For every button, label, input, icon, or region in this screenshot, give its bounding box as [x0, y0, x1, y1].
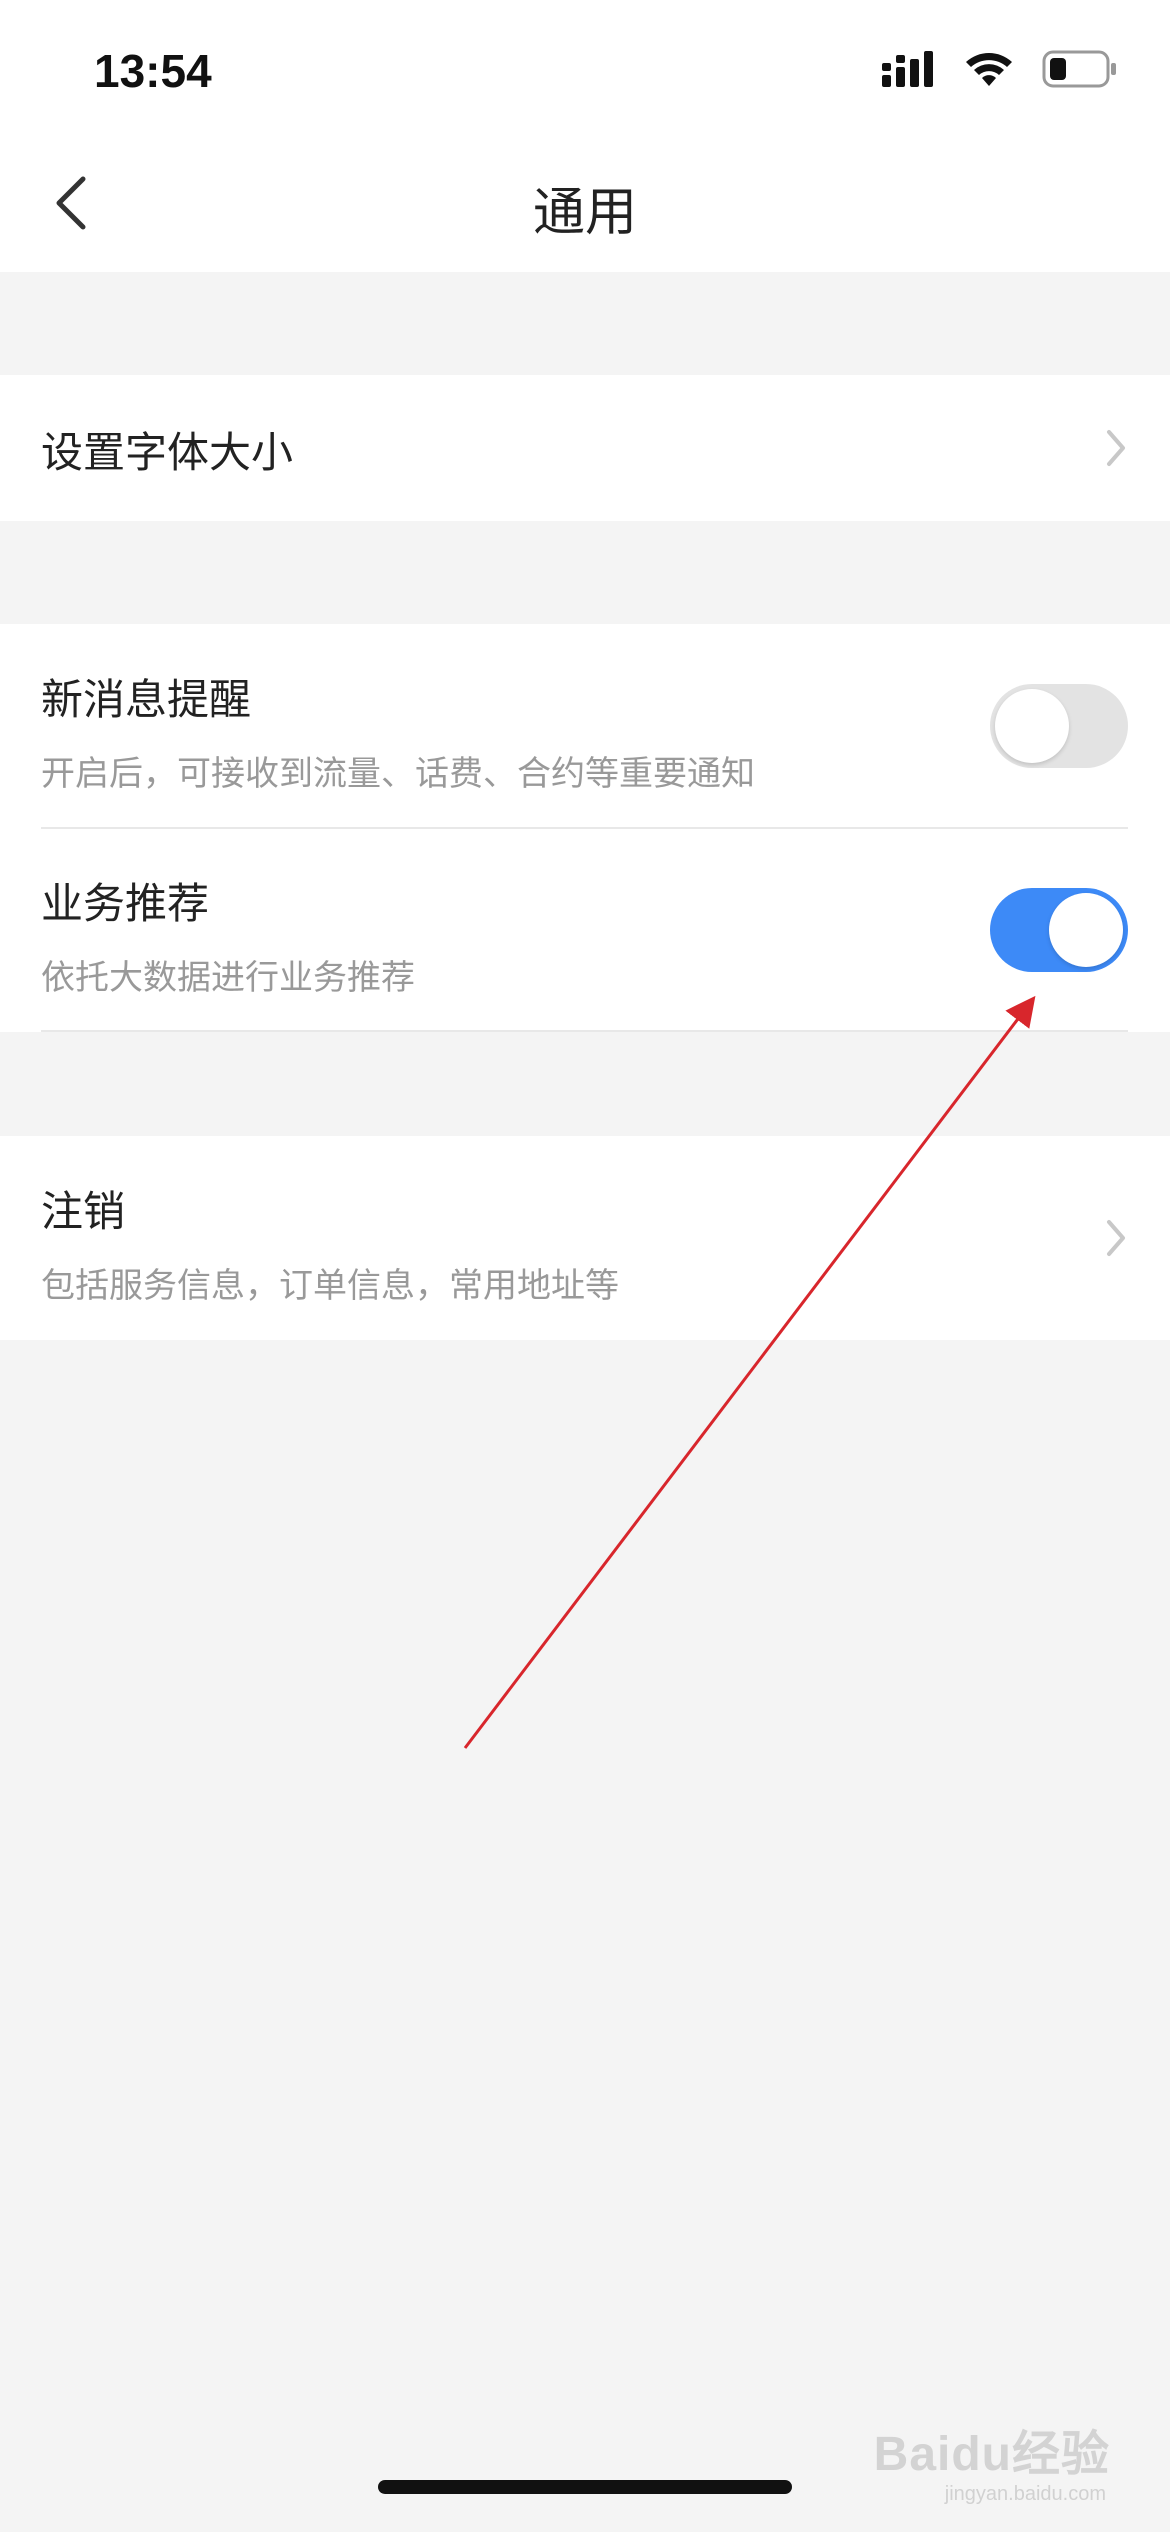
font-size-row[interactable]: 设置字体大小: [0, 375, 1170, 521]
battery-icon: [1042, 50, 1118, 92]
divider: [41, 1030, 1128, 1032]
font-size-label: 设置字体大小: [41, 428, 294, 477]
status-bar: 13:54: [0, 0, 1170, 140]
new-message-toggle[interactable]: [990, 684, 1128, 768]
watermark-logo: Baidu经验: [873, 2428, 1110, 2481]
new-message-label: 新消息提醒: [41, 675, 252, 724]
divider: [41, 827, 1128, 829]
status-time: 13:54: [94, 45, 212, 97]
nav-bar: 通用: [0, 140, 1170, 272]
wifi-icon: [964, 50, 1014, 92]
chevron-right-icon: [1096, 1218, 1136, 1258]
toggle-knob: [1049, 893, 1123, 967]
business-recommend-label: 业务推荐: [41, 879, 210, 928]
watermark-url: jingyan.baidu.com: [944, 2483, 1106, 2505]
chevron-right-icon: [1096, 428, 1136, 468]
business-recommend-desc: 依托大数据进行业务推荐: [41, 958, 415, 998]
page-title: 通用: [532, 183, 637, 243]
home-indicator[interactable]: [378, 2480, 792, 2494]
new-message-desc: 开启后，可接收到流量、话费、合约等重要通知: [41, 754, 755, 794]
status-icons: [882, 50, 1118, 92]
cancel-account-label: 注销: [41, 1187, 126, 1236]
cancel-account-row[interactable]: 注销 包括服务信息，订单信息，常用地址等: [0, 1136, 1170, 1340]
notification-group: 新消息提醒 开启后，可接收到流量、话费、合约等重要通知 业务推荐 依托大数据进行…: [0, 624, 1170, 1032]
cancel-account-desc: 包括服务信息，订单信息，常用地址等: [41, 1266, 619, 1306]
business-recommend-toggle[interactable]: [990, 888, 1128, 972]
signal-icon: [882, 51, 936, 91]
toggle-knob: [995, 689, 1069, 763]
